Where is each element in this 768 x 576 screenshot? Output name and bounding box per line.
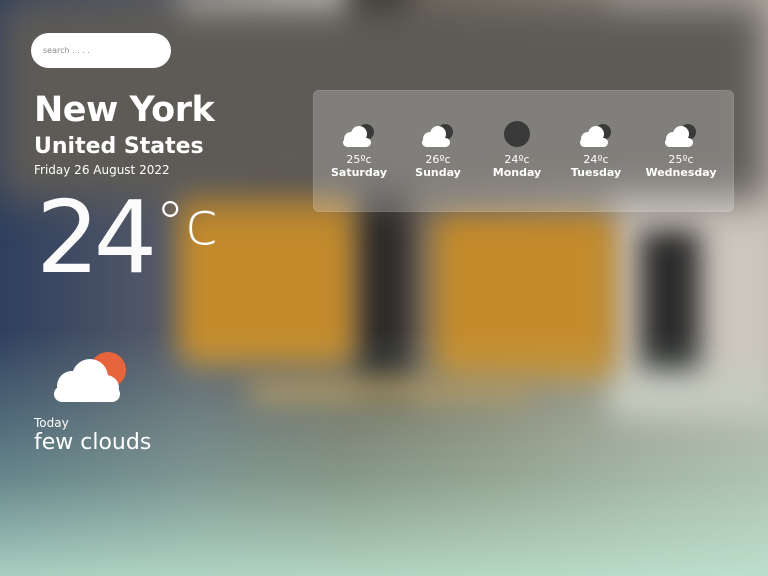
forecast-day: 24ºc Monday xyxy=(477,118,557,179)
forecast-temp: 24ºc xyxy=(504,153,530,166)
forecast-day-name: Monday xyxy=(492,166,542,180)
cloud-icon xyxy=(343,124,374,147)
temperature-unit: °c xyxy=(155,189,219,259)
forecast-temp: 25ºc xyxy=(346,153,372,166)
cloud-icon xyxy=(422,124,453,147)
forecast-day-name: Wednesday xyxy=(645,166,717,180)
current-temperature: 24°c xyxy=(36,188,218,288)
forecast-day: 24ºc Tuesday xyxy=(556,118,636,179)
forecast-day: 25ºc Wednesday xyxy=(641,118,721,179)
cloud-icon xyxy=(665,124,696,147)
overcast-icon xyxy=(504,121,530,147)
country-name: United States xyxy=(34,134,204,159)
current-date: Friday 26 August 2022 xyxy=(34,163,170,177)
forecast-day-name: Sunday xyxy=(415,166,461,180)
forecast-temp: 25ºc xyxy=(668,153,694,166)
city-name: New York xyxy=(34,90,215,130)
today-label: Today xyxy=(34,416,69,430)
weather-description: few clouds xyxy=(34,430,152,455)
forecast-day-name: Saturday xyxy=(331,166,387,180)
cloud-sun-icon xyxy=(54,352,126,402)
forecast-temp: 24ºc xyxy=(583,153,609,166)
forecast-day-name: Tuesday xyxy=(570,166,622,180)
forecast-day: 25ºc Saturday xyxy=(319,118,399,179)
forecast-panel: 25ºc Saturday 26ºc Sunday 24ºc Monday 24… xyxy=(313,90,734,212)
forecast-temp: 26ºc xyxy=(425,153,451,166)
search-input[interactable] xyxy=(31,33,171,68)
forecast-day: 26ºc Sunday xyxy=(398,118,478,179)
temperature-value: 24 xyxy=(36,179,157,296)
cloud-icon xyxy=(580,124,611,147)
